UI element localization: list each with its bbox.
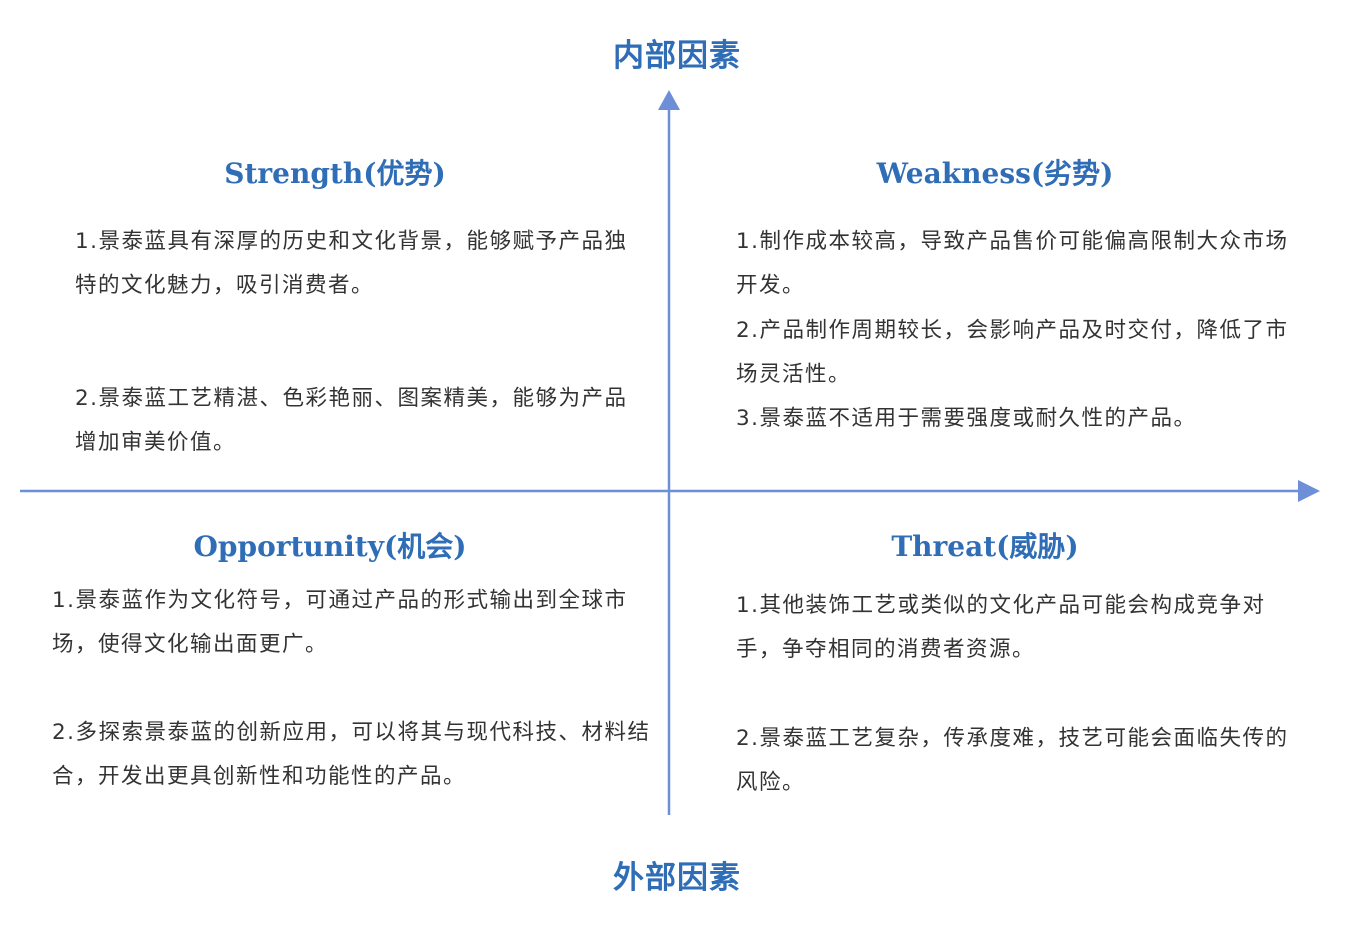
strength-item-2: 2.景泰蓝工艺精湛、色彩艳丽、图案精美，能够为产品增加审美价值。 xyxy=(75,386,628,455)
up-arrow-icon xyxy=(658,90,680,110)
threat-title: Threat(威胁) xyxy=(891,530,1079,563)
weakness-item-3: 3.景泰蓝不适用于需要强度或耐久性的产品。 xyxy=(736,406,1197,431)
external-factors-label: 外部因素 xyxy=(613,860,741,896)
weakness-item-1: 1.制作成本较高，导致产品售价可能偏高限制大众市场开发。 xyxy=(736,229,1289,298)
opportunity-title: Opportunity(机会) xyxy=(193,530,467,563)
opportunity-item-2: 2.多探索景泰蓝的创新应用，可以将其与现代科技、材料结合，开发出更具创新性和功能… xyxy=(52,720,651,789)
threat-item-1: 1.其他装饰工艺或类似的文化产品可能会构成竞争对手，争夺相同的消费者资源。 xyxy=(736,593,1266,662)
internal-factors-label: 内部因素 xyxy=(613,38,741,74)
opportunity-item-1: 1.景泰蓝作为文化符号，可通过产品的形式输出到全球市场，使得文化输出面更广。 xyxy=(52,588,628,657)
weakness-item-2: 2.产品制作周期较长，会影响产品及时交付，降低了市场灵活性。 xyxy=(736,318,1289,387)
weakness-title: Weakness(劣势) xyxy=(876,157,1114,190)
strength-title: Strength(优势) xyxy=(224,157,446,190)
strength-item-1: 1.景泰蓝具有深厚的历史和文化背景，能够赋予产品独特的文化魅力，吸引消费者。 xyxy=(75,229,628,298)
threat-item-2: 2.景泰蓝工艺复杂，传承度难，技艺可能会面临失传的风险。 xyxy=(736,726,1289,795)
right-arrow-icon xyxy=(1298,480,1320,502)
